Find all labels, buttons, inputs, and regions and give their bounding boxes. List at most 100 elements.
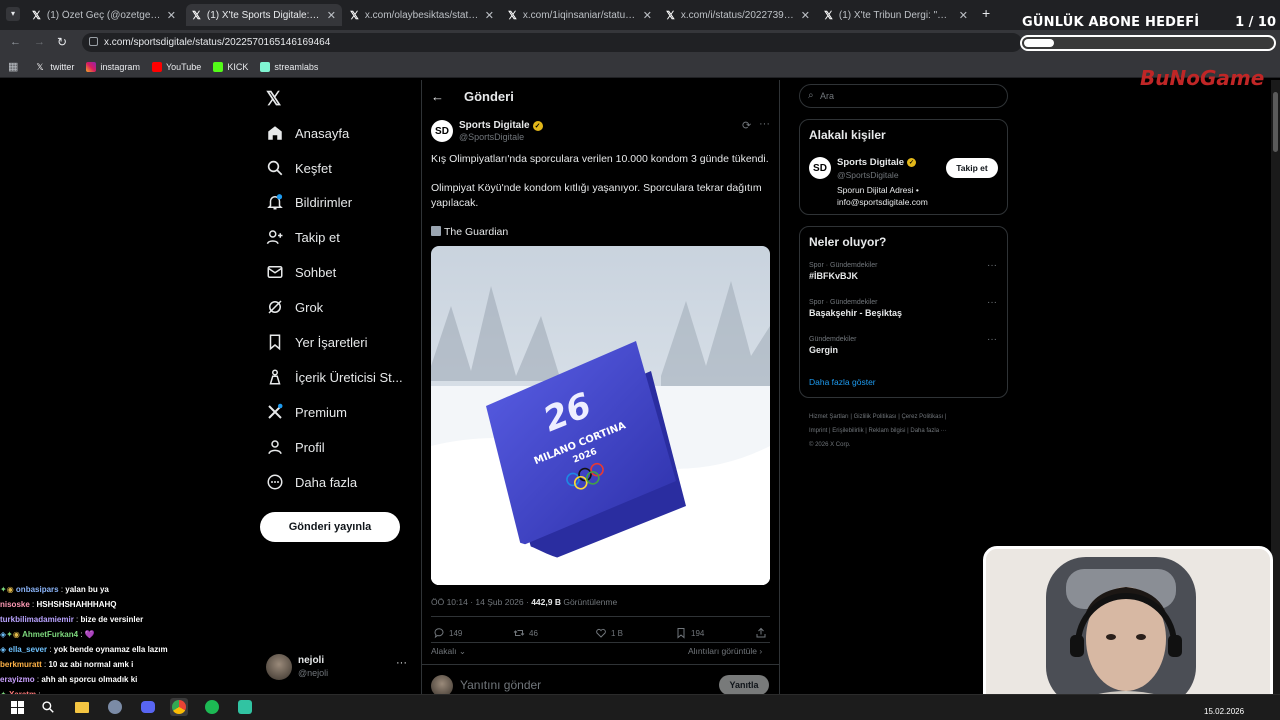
app-icon[interactable] [106, 698, 124, 716]
repost-button[interactable]: 46 [513, 627, 538, 639]
nav-follow[interactable]: Takip et [266, 228, 340, 246]
windows-taskbar [0, 694, 1280, 720]
nav-notifications[interactable]: Bildirimler [266, 193, 352, 211]
person-avatar[interactable]: SD [809, 157, 831, 179]
show-more-link[interactable]: Daha fazla göster [809, 377, 876, 387]
site-info-icon[interactable] [89, 37, 98, 46]
post-button[interactable]: Gönderi yayınla [260, 512, 400, 542]
x-logo-icon[interactable]: 𝕏 [266, 88, 281, 111]
taskbar-date[interactable]: 15.02.2026 [1204, 707, 1244, 716]
file-explorer-icon[interactable] [73, 698, 91, 716]
condom-package-photo: 26 MILANO CORTINA 2026 [431, 246, 770, 585]
more-dots-icon[interactable]: ··· [987, 297, 997, 308]
close-tab-icon[interactable]: ✕ [327, 9, 336, 22]
search-icon [267, 160, 283, 176]
nav-home[interactable]: Anasayfa [266, 124, 349, 142]
more-dots-icon[interactable]: ··· [987, 334, 997, 345]
x-logo-icon: 𝕏 [192, 9, 201, 22]
reply-button[interactable]: 149 [433, 627, 462, 639]
x-logo-icon: 𝕏 [36, 61, 44, 72]
account-switcher[interactable]: nejoli @nejoli ··· [266, 652, 414, 684]
browser-tab[interactable]: 𝕏x.com/olaybesiktas/status/2022✕ [344, 4, 500, 26]
more-dots-icon[interactable]: ··· [396, 657, 407, 669]
trend-item[interactable]: Gündemdekiler Gergin ··· [809, 334, 997, 355]
close-tab-icon[interactable]: ✕ [485, 9, 494, 22]
nav-messages[interactable]: Sohbet [266, 263, 336, 281]
bookmark-button[interactable]: 194 [675, 627, 704, 639]
subscriber-goal-widget: GÜNLÜK ABONE HEDEFİ 1 / 10 [1018, 8, 1280, 54]
nav-premium[interactable]: Premium [266, 403, 347, 421]
bookmark-twitter[interactable]: 𝕏twitter [36, 62, 74, 72]
goal-title: GÜNLÜK ABONE HEDEFİ [1022, 15, 1200, 30]
close-tab-icon[interactable]: ✕ [643, 9, 652, 22]
post-source: The Guardian [431, 225, 773, 240]
like-button[interactable]: 1 B [595, 627, 623, 639]
nav-explore[interactable]: Keşfet [266, 159, 332, 177]
goal-count: 1 / 10 [1235, 15, 1276, 30]
bookmark-instagram[interactable]: instagram [86, 61, 140, 72]
bell-icon [267, 194, 283, 210]
browser-tab[interactable]: 𝕏(1) Özet Geç (@ozetgechaber) /✕ [26, 4, 182, 26]
reply-input[interactable]: Yanıtını gönder [460, 678, 541, 692]
search-icon: ⌕ [808, 90, 814, 101]
search-icon[interactable] [39, 698, 57, 716]
card-title: Neler oluyor? [809, 235, 887, 249]
trend-item[interactable]: Spor · Gündemdekiler Başakşehir - Beşikt… [809, 297, 997, 318]
close-tab-icon[interactable]: ✕ [801, 9, 810, 22]
close-tab-icon[interactable]: ✕ [167, 9, 176, 22]
post-timestamp[interactable]: ÖÖ 10:14 · 14 Şub 2026 · [431, 597, 529, 607]
nav-creator-studio[interactable]: İçerik Üreticisi St... [266, 368, 403, 386]
reply-submit-button[interactable]: Yanıtla [719, 675, 769, 695]
reload-icon[interactable]: ↻ [57, 35, 67, 49]
forward-icon[interactable]: → [34, 36, 45, 48]
bookmark-icon [269, 334, 281, 351]
person-bio: Sporun Dijital Adresi • info@sportsdigit… [837, 185, 928, 207]
nav-bookmarks[interactable]: Yer İşaretleri [266, 333, 368, 351]
follow-button[interactable]: Takip et [946, 158, 998, 178]
share-icon [756, 627, 766, 638]
nav-profile[interactable]: Profil [266, 438, 325, 456]
account-name: nejoli [298, 655, 325, 666]
bookmark-youtube[interactable]: YouTube [151, 61, 201, 72]
new-tab-icon[interactable]: + [982, 5, 990, 21]
scrollbar-thumb[interactable] [1273, 92, 1278, 152]
nav-grok[interactable]: Grok [266, 298, 323, 316]
more-dots-icon[interactable]: ··· [759, 118, 770, 130]
sort-replies-dropdown[interactable]: Alakalı ⌄ [431, 646, 466, 657]
trend-item[interactable]: Spor · Gündemdekiler #İBFKvBJK ··· [809, 260, 997, 281]
browser-tab[interactable]: 𝕏(1) X'te Tribun Dergi: "Şimdi so✕ [818, 4, 974, 26]
browser-tab[interactable]: 𝕏x.com/1iqinsaniar/status/20225✕ [502, 4, 658, 26]
chevron-down-icon: ⌄ [458, 646, 467, 656]
spotify-icon[interactable] [203, 698, 221, 716]
grok-explain-icon[interactable]: ⟳ [742, 119, 751, 132]
view-quotes-link[interactable]: Alıntıları görüntüle › [688, 646, 762, 656]
bookmark-kick[interactable]: KICK [213, 61, 248, 72]
tab-search-button[interactable]: ▾ [6, 7, 20, 21]
close-tab-icon[interactable]: ✕ [959, 9, 968, 22]
search-input[interactable]: ⌕ Ara [799, 84, 1008, 108]
divider [421, 664, 780, 665]
browser-tab-active[interactable]: 𝕏(1) X'te Sports Digitale: "Kış Oli✕ [186, 4, 342, 26]
chrome-icon[interactable] [170, 698, 188, 716]
more-dots-icon[interactable]: ··· [987, 260, 997, 271]
x-logo-icon: 𝕏 [32, 9, 41, 22]
url-text: x.com/sportsdigitale/status/202257016514… [104, 37, 331, 48]
streamlabs-icon[interactable] [236, 698, 254, 716]
share-button[interactable] [755, 627, 771, 639]
author-avatar[interactable]: SD [431, 120, 453, 142]
page-title: Gönderi [464, 89, 514, 104]
post-image[interactable]: 26 MILANO CORTINA 2026 [431, 246, 770, 585]
back-arrow-icon[interactable]: ← [431, 89, 444, 104]
bookmark-streamlabs[interactable]: streamlabs [260, 61, 318, 72]
windows-start-icon[interactable] [8, 698, 26, 716]
nav-more[interactable]: Daha fazla [266, 473, 357, 491]
url-field[interactable]: x.com/sportsdigitale/status/202257016514… [82, 33, 1022, 52]
apps-grid-icon[interactable]: ▦ [8, 60, 18, 73]
reply-icon [434, 628, 444, 639]
person-name[interactable]: Sports Digitale ✓ [837, 157, 917, 168]
discord-icon[interactable] [139, 698, 157, 716]
back-icon[interactable]: ← [10, 36, 21, 48]
divider [431, 642, 770, 643]
browser-tab[interactable]: 𝕏x.com/i/status/2022739740240✕ [660, 4, 816, 26]
author-name[interactable]: Sports Digitale ✓ [459, 120, 543, 131]
